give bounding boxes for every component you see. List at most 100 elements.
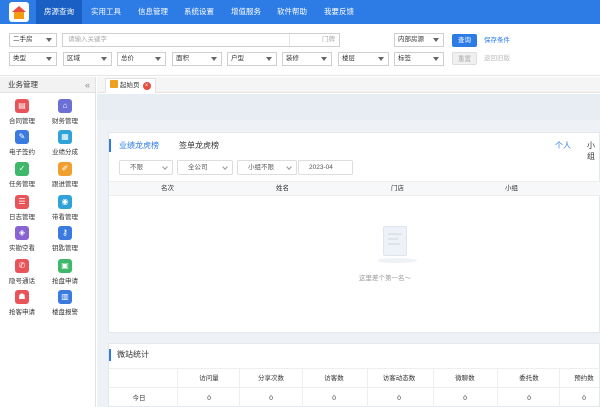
sidebar-item-performance[interactable]: ▦ 业绩分成	[43, 127, 87, 161]
sidebar-item-viewing[interactable]: ◉ 带看管理	[43, 192, 87, 226]
sidebar-item-grab-listing[interactable]: ▣ 抢盘申请	[43, 256, 87, 290]
row-label: 今日	[132, 395, 146, 402]
listing-type-select[interactable]: 二手房	[9, 33, 57, 47]
nav-system-settings[interactable]: 系统设置	[177, 0, 221, 24]
value-visitor-activity: 0	[397, 395, 401, 402]
reset-button[interactable]: 重置	[452, 52, 477, 65]
filter-group-select[interactable]: 小组不限	[237, 160, 297, 175]
filter-layout[interactable]: 户型	[227, 52, 277, 66]
contract-icon: ▤	[15, 99, 29, 113]
value-appointments: 0	[582, 395, 586, 402]
key-icon: ⚷	[58, 226, 72, 240]
accent-bar	[109, 139, 111, 152]
sidebar-title: 业务管理	[8, 80, 38, 89]
col-commissions: 委托数	[519, 375, 539, 382]
store-label: 门牌	[289, 34, 339, 46]
top-nav-bar: 房源查询 实用工具 信息管理 系统设置 增值服务 软件帮助 我要反馈	[0, 0, 600, 24]
table-row: 今日 0 0 0 0 0 0 0	[109, 389, 600, 407]
tab-performance-ranking[interactable]: 业绩龙虎榜	[119, 140, 159, 151]
filter-total-price[interactable]: 总价	[117, 52, 166, 66]
col-shares: 分享次数	[258, 375, 284, 382]
finance-house-icon: ⌂	[58, 99, 72, 113]
close-icon[interactable]: ×	[142, 82, 151, 90]
sidebar-item-grab-client[interactable]: ☗ 抢客申请	[0, 287, 44, 321]
building-alert-icon: ▥	[58, 290, 72, 304]
keyword-input[interactable]: 请输入关键字 门牌	[62, 33, 340, 47]
filter-area[interactable]: 区域	[63, 52, 112, 66]
query-button[interactable]: 查询	[452, 34, 477, 47]
log-icon: ☰	[15, 195, 29, 209]
nav-feedback[interactable]: 我要反馈	[317, 0, 361, 24]
sidebar-item-survey[interactable]: ◈ 实勘空看	[0, 223, 44, 257]
e-sign-icon: ✎	[15, 130, 29, 144]
stats-table-header: 访问量 分享次数 访客数 访客动态数 微聊数 委托数 预约数	[109, 368, 600, 388]
nav-house-query[interactable]: 房源查询	[36, 0, 82, 24]
divider	[559, 368, 560, 407]
value-visits: 0	[207, 395, 211, 402]
sidebar-item-log[interactable]: ☰ 日志管理	[0, 192, 44, 226]
phone-icon: ✆	[15, 259, 29, 273]
sidebar-item-keys[interactable]: ⚷ 钥匙管理	[43, 223, 87, 257]
performance-icon: ▦	[58, 130, 72, 144]
scope-select[interactable]: 内部房源	[394, 33, 444, 47]
value-commissions: 0	[527, 395, 531, 402]
col-visits: 访问量	[199, 375, 219, 382]
empty-state-text: 这里差个第一名～	[359, 275, 411, 282]
divider	[177, 368, 178, 407]
filter-period-select[interactable]: 不限	[119, 160, 173, 175]
save-condition-link[interactable]: 保存条件	[484, 34, 510, 47]
return-old-version-link[interactable]: 返回旧版	[484, 52, 510, 65]
sidebar-item-task[interactable]: ✓ 任务管理	[0, 159, 44, 193]
month-picker[interactable]: 2023-04	[298, 160, 353, 175]
divider	[367, 368, 368, 407]
accent-bar	[109, 349, 111, 361]
sidebar-item-building-alert[interactable]: ▥ 楼盘报警	[43, 287, 87, 321]
col-visitor-activity: 访客动态数	[382, 375, 416, 382]
filter-type[interactable]: 类型	[9, 52, 57, 66]
tab-home[interactable]: 起始页 ×	[105, 78, 156, 93]
col-visitors: 访客数	[324, 375, 344, 382]
column-store: 门店	[391, 185, 404, 192]
grab-client-icon: ☗	[15, 290, 29, 304]
divider	[497, 368, 498, 407]
page-tabs: 起始页 ×	[97, 77, 600, 93]
scope-group[interactable]: 小组	[587, 140, 599, 162]
filter-tag[interactable]: 标签	[394, 52, 444, 66]
nav-tools[interactable]: 实用工具	[84, 0, 128, 24]
stats-card: 微站统计 访问量 分享次数 访客数 访客动态数 微聊数 委托数 预约数 今日 0…	[108, 343, 600, 407]
eye-icon: ◉	[58, 195, 72, 209]
ranking-card: 业绩龙虎榜 签单龙虎榜 个人 小组 不限 全公司 小组不限 2023-04 名次…	[108, 132, 600, 333]
sidebar-item-follow[interactable]: ✐ 跟进管理	[43, 159, 87, 193]
value-shares: 0	[269, 395, 273, 402]
nav-help[interactable]: 软件帮助	[270, 0, 314, 24]
filter-company-select[interactable]: 全公司	[177, 160, 233, 175]
stats-title: 微站统计	[117, 350, 149, 359]
empty-state-icon	[377, 226, 417, 264]
value-visitors: 0	[332, 395, 336, 402]
task-icon: ✓	[15, 162, 29, 176]
filter-size[interactable]: 面积	[172, 52, 222, 66]
app-logo	[9, 2, 29, 22]
scope-personal[interactable]: 个人	[555, 140, 571, 151]
notice-strip	[97, 94, 600, 120]
sidebar: 业务管理 « ▤ 合同管理 ⌂ 财务管理 ✎ 电子签约 ▦ 业绩分成 ✓ 任务管…	[0, 77, 96, 407]
sidebar-item-finance[interactable]: ⌂ 财务管理	[43, 96, 87, 130]
grab-icon: ▣	[58, 259, 72, 273]
nav-value-added[interactable]: 增值服务	[224, 0, 268, 24]
nav-info-management[interactable]: 信息管理	[131, 0, 175, 24]
sidebar-item-contract[interactable]: ▤ 合同管理	[0, 96, 44, 130]
follow-icon: ✐	[58, 162, 72, 176]
filter-decoration[interactable]: 装修	[282, 52, 332, 66]
sidebar-item-hidden-call[interactable]: ✆ 隐号通话	[0, 256, 44, 290]
double-chevron-left-icon[interactable]: «	[85, 77, 90, 93]
divider	[239, 368, 240, 407]
column-name: 姓名	[276, 185, 289, 192]
tab-signing-ranking[interactable]: 签单龙虎榜	[179, 140, 219, 151]
ranking-table-header: 名次 姓名 门店 小组	[109, 181, 600, 196]
filter-floor[interactable]: 楼层	[338, 52, 389, 66]
column-group: 小组	[505, 185, 518, 192]
column-rank: 名次	[161, 185, 174, 192]
survey-icon: ◈	[15, 226, 29, 240]
divider	[433, 368, 434, 407]
sidebar-item-e-sign[interactable]: ✎ 电子签约	[0, 127, 44, 161]
